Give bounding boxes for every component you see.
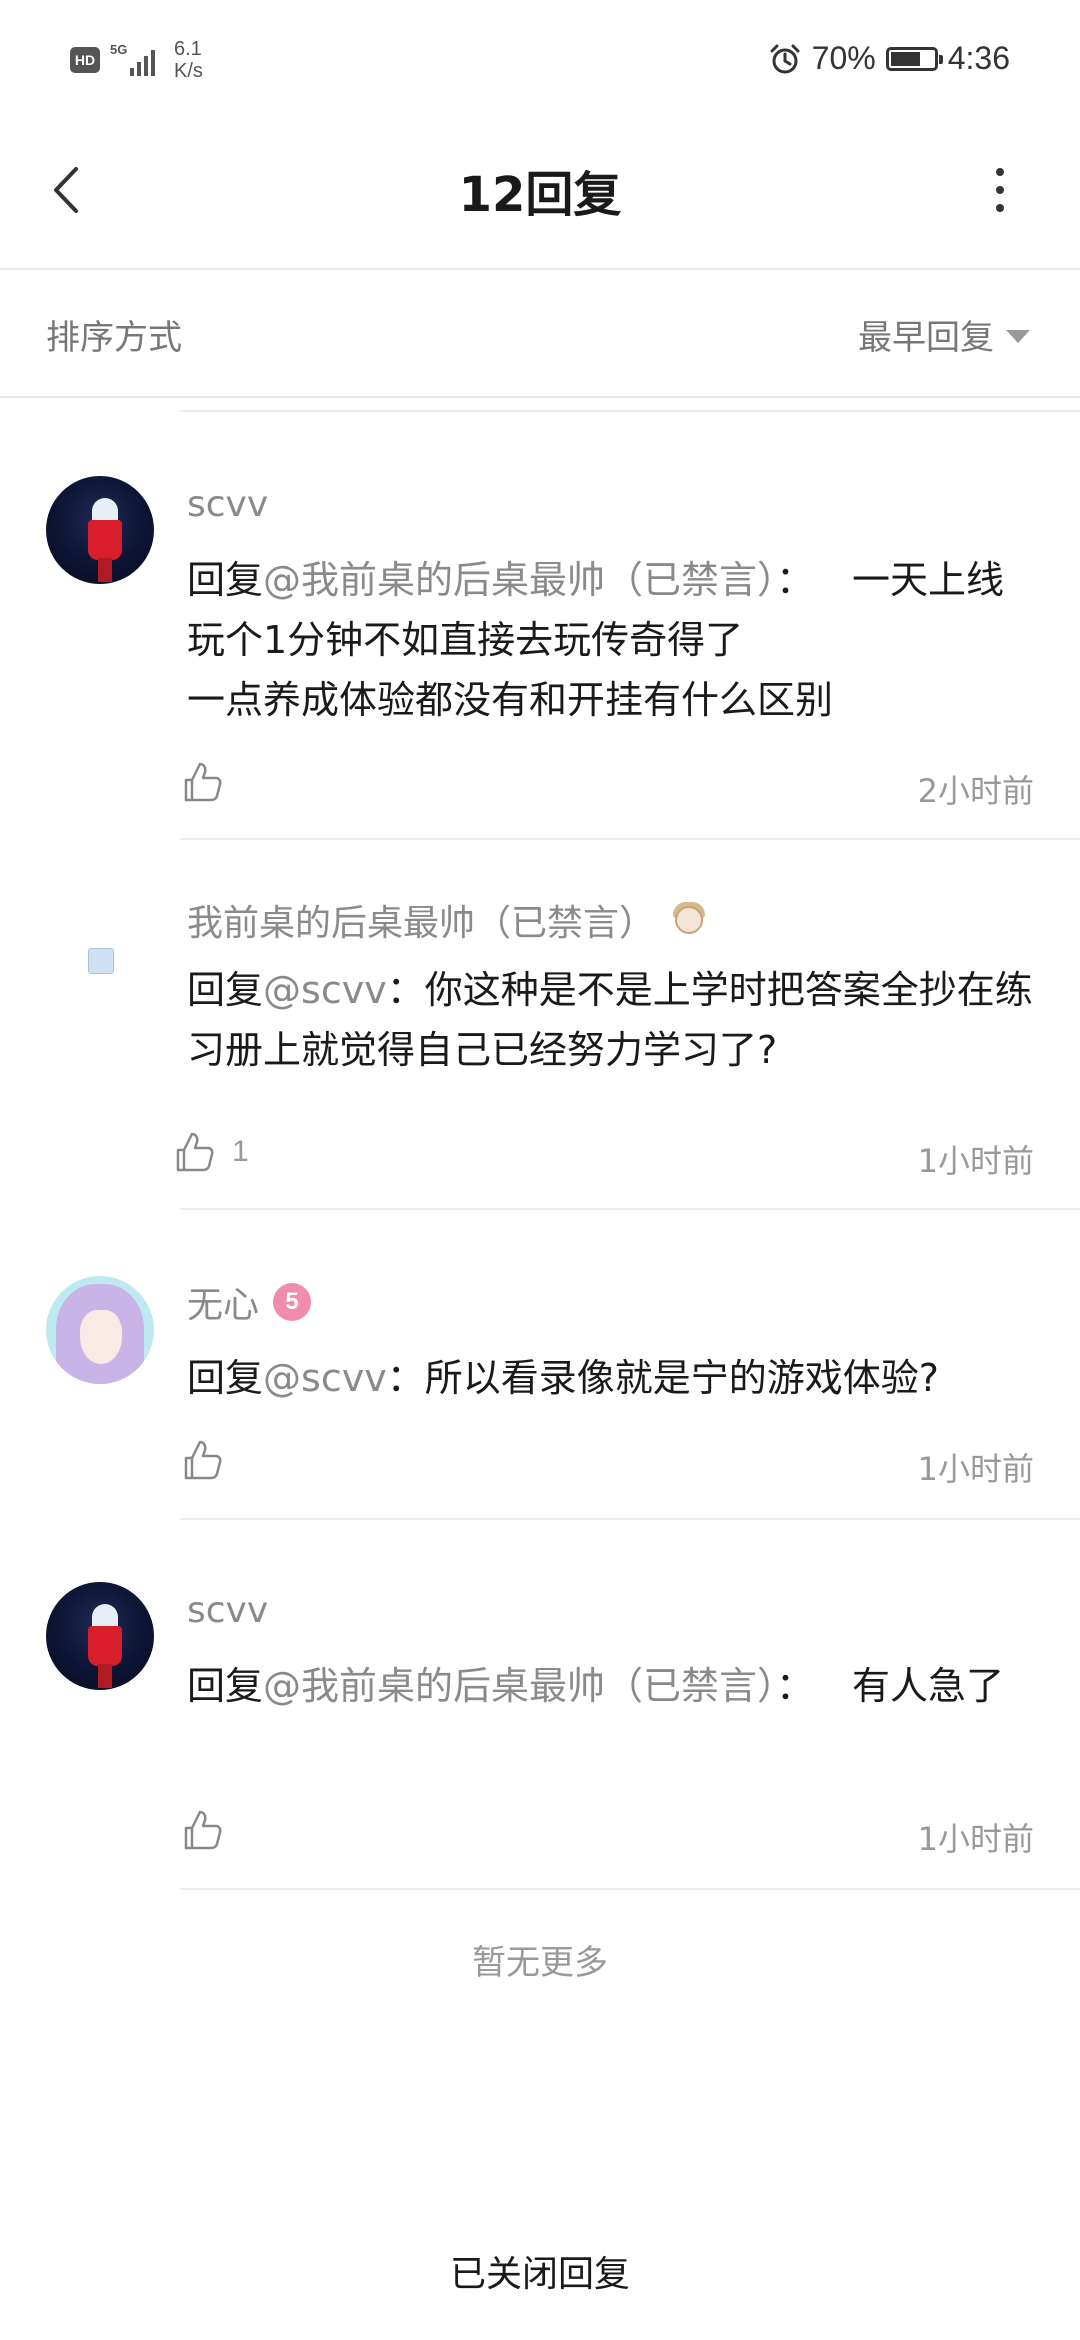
mention-link[interactable]: @scvv (263, 968, 387, 1012)
thumbs-up-icon (184, 1440, 222, 1480)
thumbs-up-icon (184, 1810, 222, 1850)
no-more-label: 暂无更多 (472, 1943, 608, 1983)
avatar[interactable] (46, 1276, 154, 1384)
username[interactable]: 无心 5 (187, 1276, 312, 1328)
battery-icon (885, 46, 943, 71)
reply-time: 1小时前 (917, 1450, 1034, 1488)
reply-separator: ： (386, 968, 425, 1012)
page-title: 12回复 (458, 167, 622, 223)
username-text: 无心 (187, 1285, 260, 1326)
network-speed: 6.1 K/s (174, 38, 203, 82)
reply-separator: ： (386, 1356, 425, 1400)
more-options-button[interactable] (970, 155, 1030, 225)
mention-link[interactable]: @scvv (263, 1356, 387, 1400)
battery-percent: 70% (811, 40, 876, 76)
level-badge: 5 (273, 1283, 312, 1321)
reply-item: scvv 回复@我前桌的后桌最帅（已禁言）： 有人急了 1小时前 (0, 1520, 1080, 1890)
reply-time: 2小时前 (917, 772, 1034, 810)
reply-item: scvv 回复@我前桌的后桌最帅（已禁言）： 一天上线玩个1分钟不如直接去玩传奇… (0, 470, 1080, 840)
sort-dropdown[interactable]: 最早回复 (858, 310, 1030, 359)
sort-bar: 排序方式 最早回复 (0, 270, 1080, 398)
username-text: 我前桌的后桌最帅（已禁言） (187, 903, 656, 944)
clock: 4:36 (947, 40, 1010, 76)
network-type: 5G (110, 42, 128, 57)
like-button[interactable] (180, 1438, 224, 1482)
reply-item: 我前桌的后桌最帅（已禁言） 回复@scvv：你这种是不是上学时把答案全抄在练习册… (0, 840, 1080, 1210)
network-speed-value: 6.1 (174, 38, 202, 60)
reply-text: 所以看录像就是宁的游戏体验? (424, 1356, 939, 1400)
username[interactable]: scvv (187, 484, 268, 525)
status-bar: HD 5G 6.1 K/s 70% 4:36 (0, 0, 1080, 125)
reply-prefix: 回复 (187, 1356, 264, 1400)
signal-icon: 5G (110, 40, 166, 80)
username-text: scvv (187, 1590, 269, 1631)
avatar[interactable] (88, 948, 114, 974)
reply-separator: ： (776, 1664, 815, 1708)
sort-label: 排序方式 (46, 318, 182, 358)
avatar[interactable] (46, 476, 154, 584)
alarm-icon (770, 44, 800, 73)
username[interactable]: 我前桌的后桌最帅（已禁言） (187, 894, 709, 946)
hd-icon: HD (70, 47, 100, 73)
pendant-icon (669, 900, 709, 940)
reply-content[interactable]: 回复@scvv：所以看录像就是宁的游戏体验? (187, 1348, 1037, 1408)
reply-content[interactable]: 回复@我前桌的后桌最帅（已禁言）： 一天上线玩个1分钟不如直接去玩传奇得了 一点… (187, 550, 1037, 730)
reply-prefix: 回复 (187, 558, 264, 602)
more-vertical-icon (996, 168, 1004, 176)
avatar[interactable] (46, 1582, 154, 1690)
reply-content[interactable]: 回复@scvv：你这种是不是上学时把答案全抄在练习册上就觉得自己已经努力学习了? (187, 960, 1037, 1080)
mention-link[interactable]: @我前桌的后桌最帅（已禁言） (263, 1664, 776, 1708)
replies-closed-label: 已关闭回复 (449, 2254, 630, 2295)
reply-time: 1小时前 (917, 1142, 1034, 1180)
divider (180, 1888, 1080, 1890)
like-button[interactable]: 1 (172, 1130, 249, 1174)
like-button[interactable] (180, 760, 224, 804)
reply-prefix: 回复 (187, 1664, 264, 1708)
top-app-bar: 12回复 (0, 125, 1080, 270)
reply-time: 1小时前 (917, 1820, 1034, 1858)
reply-separator: ： (776, 558, 815, 602)
like-count: 1 (232, 1135, 249, 1168)
reply-item: 无心 5 回复@scvv：所以看录像就是宁的游戏体验? 1小时前 (0, 1210, 1080, 1520)
username[interactable]: scvv (187, 1590, 268, 1631)
username-text: scvv (187, 484, 269, 525)
thumbs-up-icon (184, 762, 222, 802)
reply-prefix: 回复 (187, 968, 264, 1012)
caret-down-icon (1006, 330, 1030, 343)
thumbs-up-icon (176, 1132, 214, 1172)
divider (180, 410, 1080, 412)
like-button[interactable] (180, 1808, 224, 1852)
sort-selected: 最早回复 (858, 318, 994, 358)
reply-text: 有人急了 (852, 1664, 1005, 1708)
reply-content[interactable]: 回复@我前桌的后桌最帅（已禁言）： 有人急了 (187, 1656, 1037, 1716)
network-speed-unit: K/s (174, 60, 203, 82)
mention-link[interactable]: @我前桌的后桌最帅（已禁言） (263, 558, 776, 602)
